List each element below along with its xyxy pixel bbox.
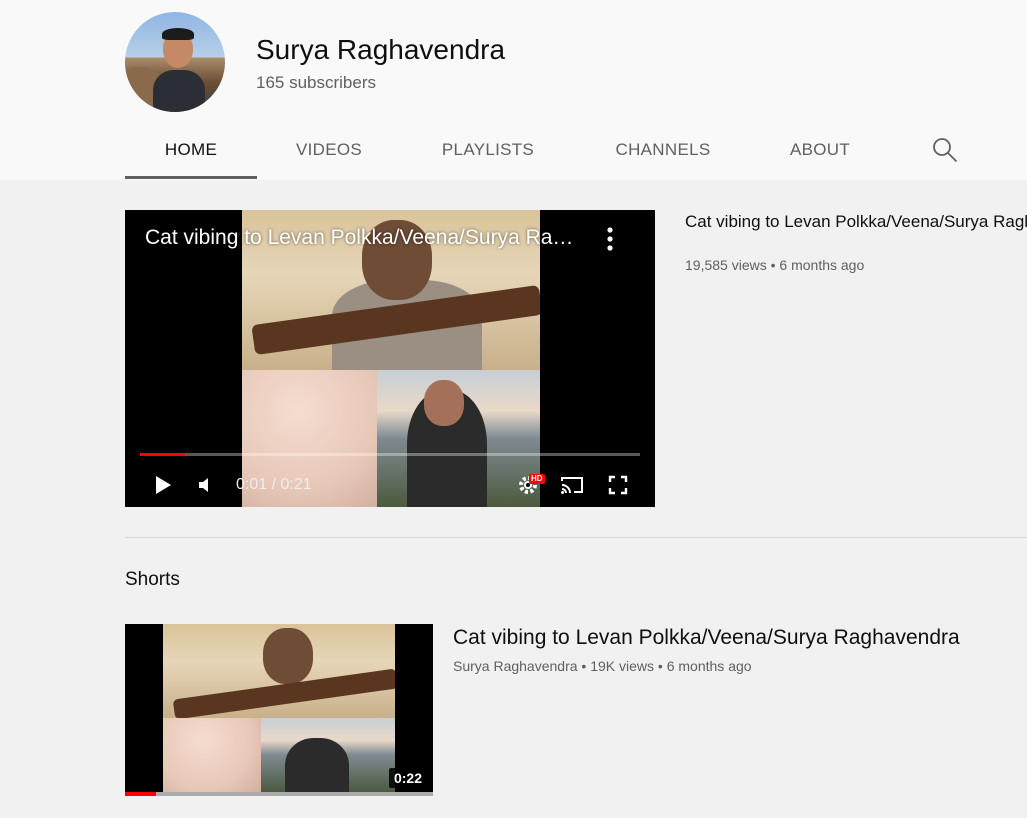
time-display: 0:01 / 0:21 xyxy=(236,476,312,493)
more-options-icon[interactable] xyxy=(605,226,615,252)
tab-videos[interactable]: VIDEOS xyxy=(275,120,383,180)
short-video-meta: Surya Raghavendra • 19K views • 6 months… xyxy=(453,658,752,674)
volume-icon[interactable] xyxy=(197,476,215,494)
short-view-count: 19K views xyxy=(590,658,655,674)
play-icon[interactable] xyxy=(153,474,173,496)
avatar-hair xyxy=(162,28,194,40)
featured-video-meta: 19,585 views • 6 months ago xyxy=(685,257,864,273)
channel-header: Surya Raghavendra 165 subscribers HOME V… xyxy=(0,0,1027,180)
progress-played xyxy=(140,453,185,456)
hd-badge: HD xyxy=(529,474,545,484)
progress-bar[interactable] xyxy=(140,453,640,456)
active-tab-indicator xyxy=(125,176,257,179)
short-frame-cat xyxy=(163,718,263,792)
short-frame-person xyxy=(263,628,313,684)
subscriber-count: 165 subscribers xyxy=(256,73,377,92)
frame-man-face xyxy=(424,380,464,426)
tab-playlists[interactable]: PLAYLISTS xyxy=(423,120,553,180)
short-channel-link[interactable]: Surya Raghavendra xyxy=(453,658,578,674)
tab-about[interactable]: ABOUT xyxy=(773,120,867,180)
tab-home[interactable]: HOME xyxy=(125,120,257,180)
shorts-section-title[interactable]: Shorts xyxy=(125,569,180,591)
section-divider xyxy=(125,537,1027,538)
fullscreen-icon[interactable] xyxy=(608,475,628,495)
short-thumbnail-frame xyxy=(163,624,395,792)
short-frame-man xyxy=(285,738,349,792)
player-title[interactable]: Cat vibing to Levan Polkka/Veena/Surya R… xyxy=(145,226,585,250)
avatar-body xyxy=(153,70,205,112)
featured-video-player[interactable]: Cat vibing to Levan Polkka/Veena/Surya R… xyxy=(125,210,655,507)
search-icon[interactable] xyxy=(932,137,958,163)
tab-channels[interactable]: CHANNELS xyxy=(595,120,731,180)
cast-icon[interactable] xyxy=(560,475,584,495)
duration-badge: 0:22 xyxy=(388,768,427,788)
short-video-title[interactable]: Cat vibing to Levan Polkka/Veena/Surya R… xyxy=(453,626,960,650)
meta-separator: • xyxy=(581,658,587,674)
short-thumbnail[interactable]: 0:22 xyxy=(125,624,433,796)
channel-name: Surya Raghavendra xyxy=(256,34,506,65)
channel-avatar[interactable] xyxy=(125,12,225,112)
meta-separator: • xyxy=(657,658,663,674)
watched-progress-bar xyxy=(125,792,433,796)
view-count: 19,585 views xyxy=(685,257,767,273)
upload-age: 6 months ago xyxy=(779,257,865,273)
featured-video-title[interactable]: Cat vibing to Levan Polkka/Veena/Surya R… xyxy=(685,212,1027,232)
meta-separator: • xyxy=(770,257,776,273)
short-upload-age: 6 months ago xyxy=(666,658,752,674)
video-frame xyxy=(242,210,540,507)
watched-progress-fill xyxy=(125,792,156,796)
